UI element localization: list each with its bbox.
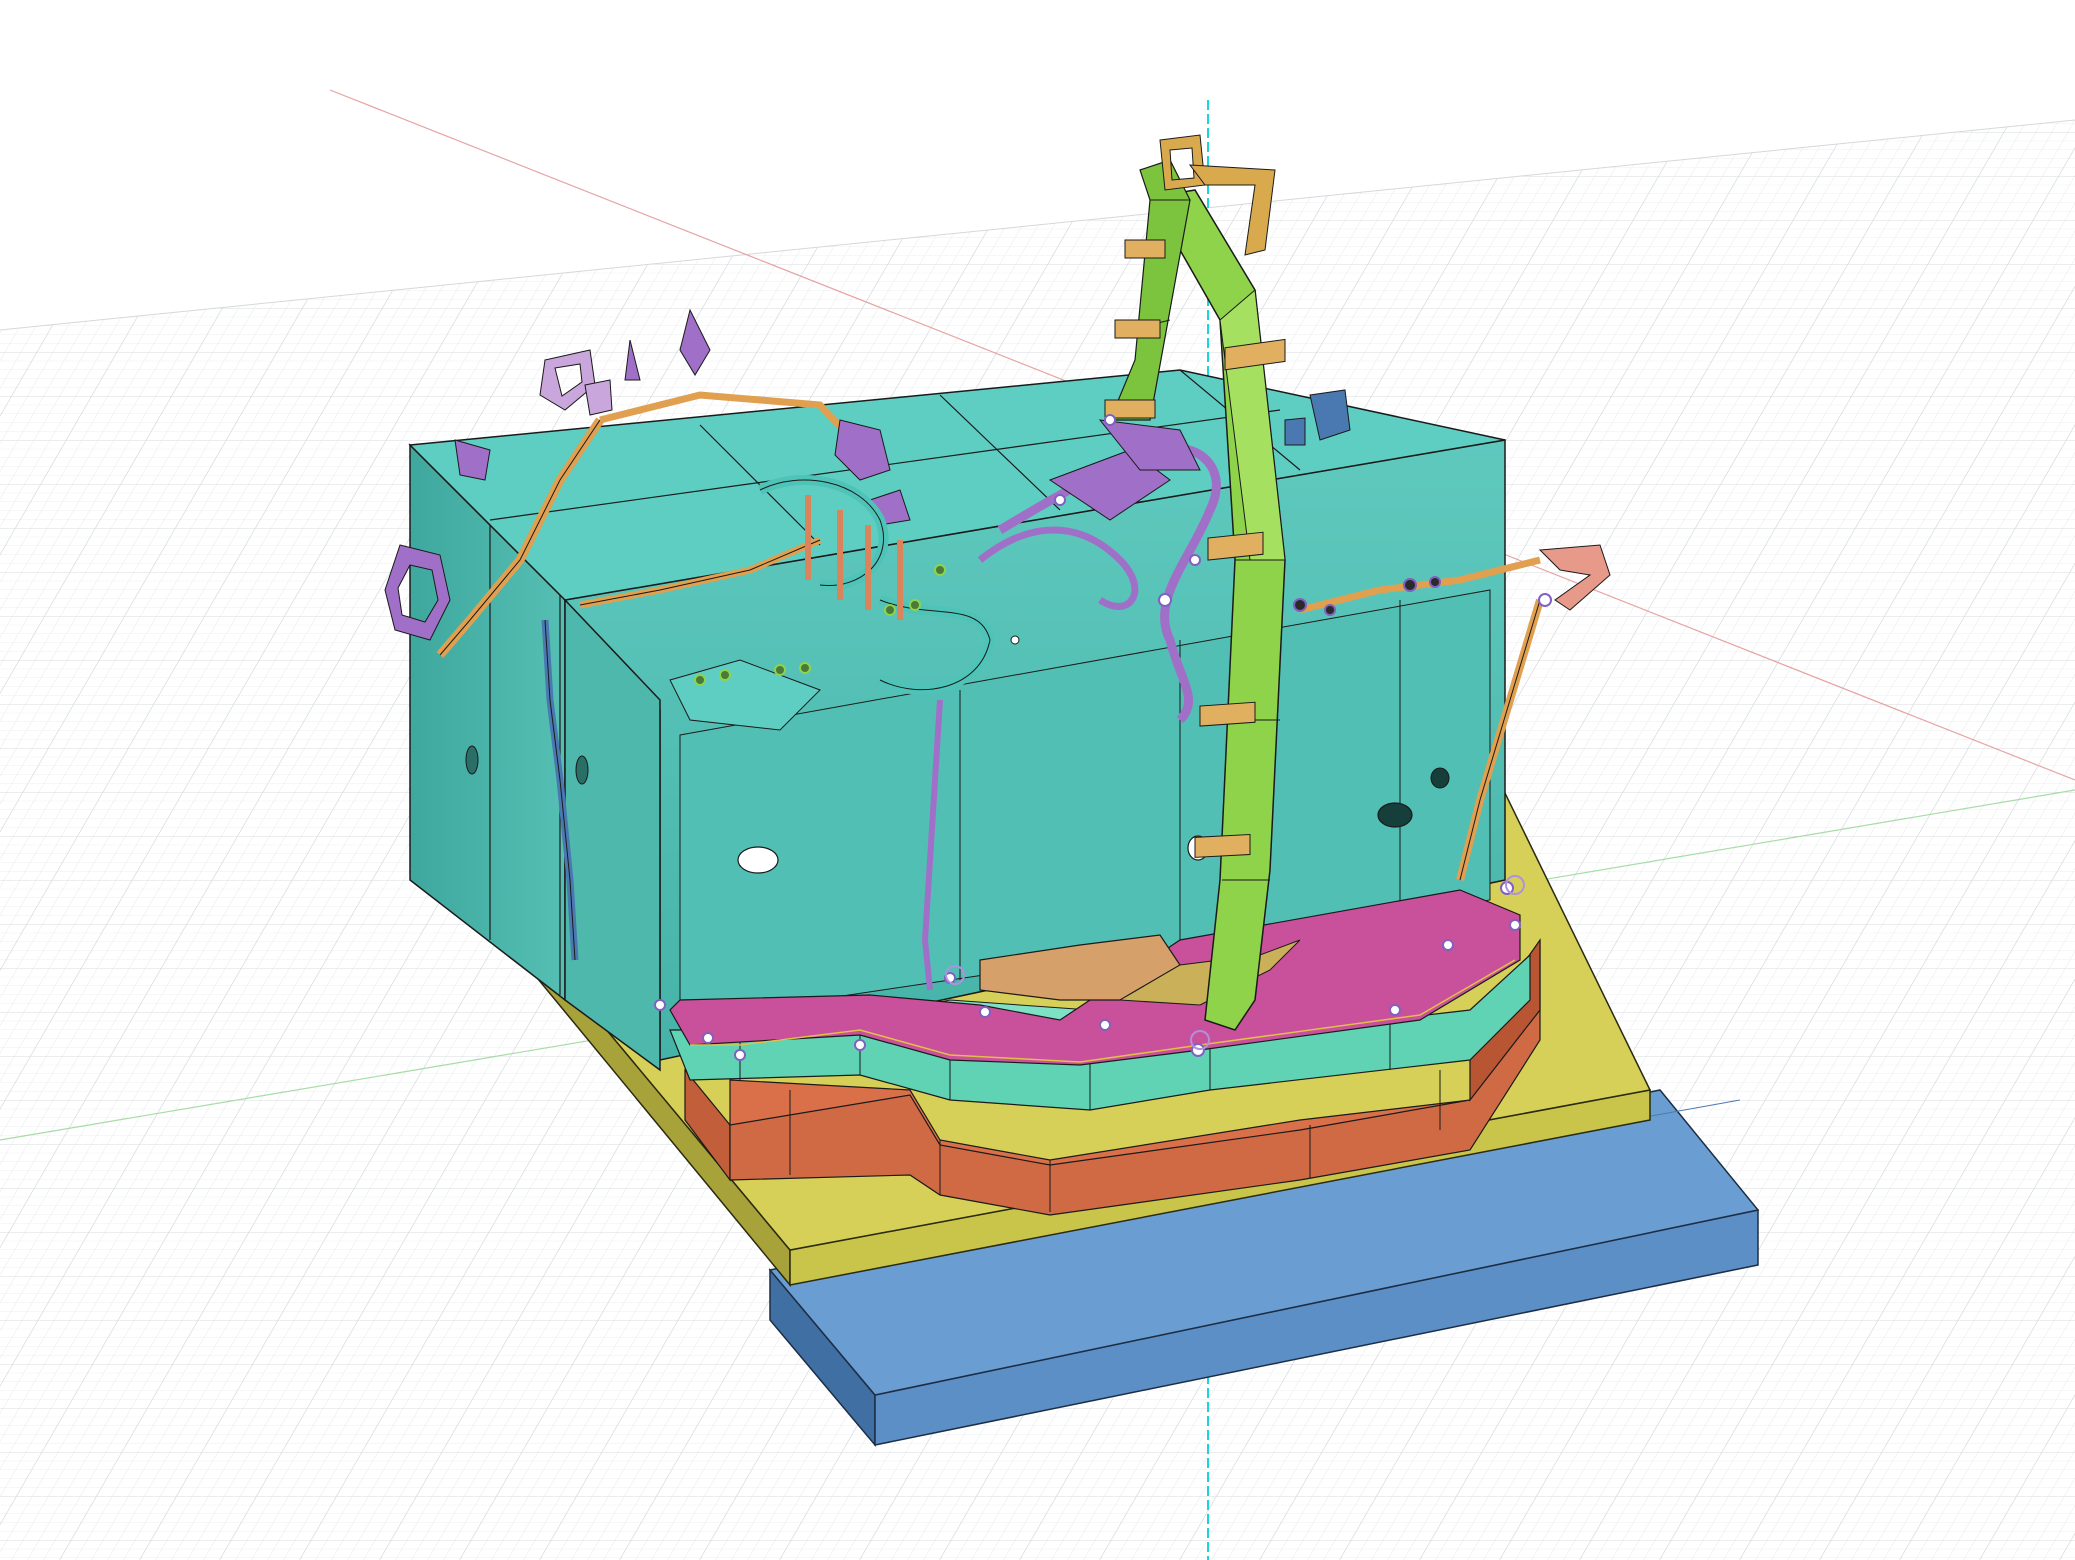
mounting-hole	[465, 745, 479, 775]
model-scene[interactable]	[0, 0, 2075, 1560]
mounting-hole	[1377, 802, 1413, 828]
mounting-hole	[737, 846, 779, 874]
3d-viewport[interactable]	[0, 0, 2075, 1560]
mounting-hole	[575, 755, 589, 785]
mounting-hole	[1430, 767, 1450, 789]
